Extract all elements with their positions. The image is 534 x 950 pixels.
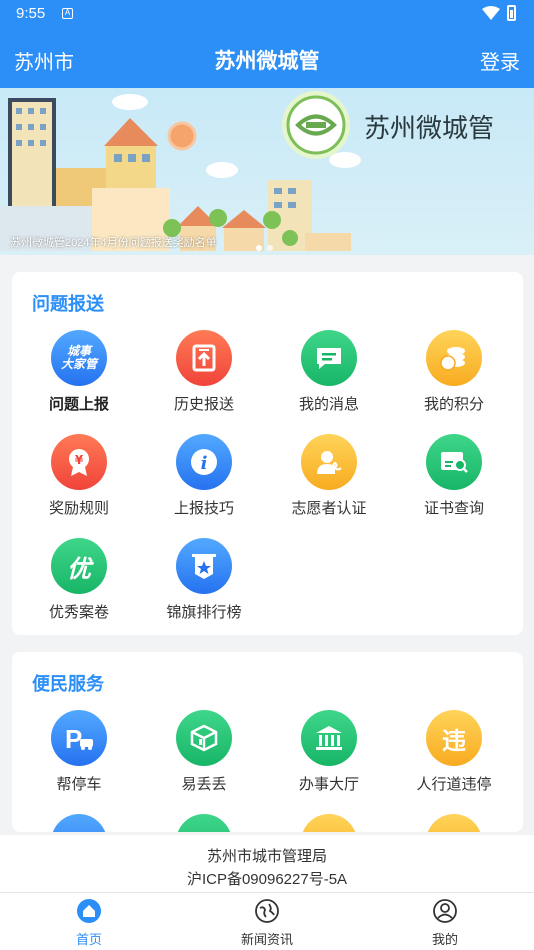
service-partial-icon bbox=[426, 814, 482, 832]
status-bar: 9:55 A bbox=[0, 0, 534, 28]
battery-icon bbox=[507, 5, 516, 21]
item-label: 奖励规则 bbox=[48, 500, 109, 517]
excellent-cases-button[interactable]: 优 优秀案卷 bbox=[15, 538, 143, 628]
certificate-search-icon bbox=[426, 434, 482, 490]
item-label: 优秀案卷 bbox=[48, 604, 109, 621]
item-label: 易丢丢 bbox=[181, 776, 227, 793]
parking-icon: P bbox=[51, 710, 107, 766]
carousel-dots bbox=[256, 238, 278, 255]
banner-brand-text: 苏州微城管 bbox=[364, 113, 495, 143]
report-section-title: 问题报送 bbox=[32, 294, 104, 314]
status-time: 9:55 bbox=[16, 5, 46, 22]
banner-ranking-button[interactable]: 锦旗排行榜 bbox=[140, 538, 268, 628]
history-report-button[interactable]: 历史报送 bbox=[140, 330, 268, 420]
footer-org: 苏州市城市管理局 bbox=[206, 848, 327, 865]
tab-mine[interactable]: 我的 bbox=[395, 899, 495, 948]
item-label: 我的消息 bbox=[298, 396, 359, 413]
service-partial-icon bbox=[301, 814, 357, 832]
item-label: 志愿者认证 bbox=[291, 500, 367, 517]
volunteer-cert-button[interactable]: 志愿者认证 bbox=[265, 434, 393, 524]
service-partial-icon bbox=[176, 814, 232, 832]
coins-icon bbox=[426, 330, 482, 386]
easy-dispose-button[interactable]: 易丢丢 bbox=[140, 710, 268, 800]
my-points-button[interactable]: 我的积分 bbox=[390, 330, 518, 420]
service-item-partial[interactable] bbox=[15, 814, 143, 832]
report-section: 问题报送 城事 大家管 问题上报 历史报送 我的消息 我的积分 ¥ 奖励规则 i… bbox=[12, 272, 523, 635]
volunteer-icon bbox=[301, 434, 357, 490]
footer-icp: 沪ICP备09096227号-5A bbox=[186, 871, 348, 888]
report-tips-button[interactable]: i 上报技巧 bbox=[140, 434, 268, 524]
item-label: 锦旗排行榜 bbox=[166, 604, 242, 621]
carousel-dot[interactable] bbox=[267, 245, 273, 251]
report-problem-button[interactable]: 城事 大家管 问题上报 bbox=[15, 330, 143, 420]
service-partial-icon bbox=[51, 814, 107, 832]
service-section-title: 便民服务 bbox=[32, 674, 104, 694]
recycle-box-icon bbox=[176, 710, 232, 766]
info-icon: i bbox=[176, 434, 232, 490]
sidewalk-parking-icon: 违 bbox=[426, 710, 482, 766]
reward-rules-button[interactable]: ¥ 奖励规则 bbox=[15, 434, 143, 524]
carousel-dot[interactable] bbox=[256, 245, 262, 251]
svg-text:i: i bbox=[201, 453, 208, 474]
footer-info: 苏州市城市管理局 沪ICP备09096227号-5A bbox=[0, 835, 534, 892]
parking-help-button[interactable]: P 帮停车 bbox=[15, 710, 143, 800]
sidewalk-parking-button[interactable]: 违 人行道违停 bbox=[390, 710, 518, 800]
item-label: 我的积分 bbox=[423, 396, 484, 413]
excellent-case-icon: 优 bbox=[51, 538, 107, 594]
service-section: 便民服务 P 帮停车 易丢丢 办事大厅 违 人行道违停 bbox=[12, 652, 523, 832]
sim-icon: A bbox=[62, 8, 73, 19]
item-label: 帮停车 bbox=[56, 776, 102, 793]
banner-caption[interactable]: 苏州微城管2024年4月份问题报送奖励名单 bbox=[10, 234, 217, 250]
upload-history-icon bbox=[176, 330, 232, 386]
service-item-partial[interactable] bbox=[140, 814, 268, 832]
tab-news[interactable]: 新闻资讯 bbox=[217, 899, 317, 948]
user-icon bbox=[433, 899, 457, 923]
item-label: 证书查询 bbox=[423, 500, 484, 517]
globe-icon bbox=[255, 899, 279, 923]
page-title: 苏州微城管 bbox=[214, 50, 320, 73]
svg-text:P: P bbox=[65, 724, 82, 752]
svg-text:¥: ¥ bbox=[75, 453, 84, 467]
city-affairs-icon: 城事 大家管 bbox=[51, 330, 107, 386]
certificate-query-button[interactable]: 证书查询 bbox=[390, 434, 518, 524]
reward-medal-icon: ¥ bbox=[51, 434, 107, 490]
service-item-partial[interactable] bbox=[265, 814, 393, 832]
item-label: 问题上报 bbox=[48, 396, 109, 413]
app-bar: 苏州市 苏州微城管 登录 bbox=[0, 28, 534, 88]
banner-carousel[interactable]: 苏州微城管 苏州微城管2024年4月份问题报送奖励名单 bbox=[0, 88, 534, 255]
home-icon bbox=[77, 899, 101, 923]
login-button[interactable]: 登录 bbox=[480, 46, 520, 75]
wifi-icon bbox=[482, 6, 500, 20]
item-label: 办事大厅 bbox=[298, 776, 359, 793]
service-item-partial[interactable] bbox=[390, 814, 518, 832]
service-hall-button[interactable]: 办事大厅 bbox=[265, 710, 393, 800]
item-label: 上报技巧 bbox=[173, 500, 234, 517]
my-messages-button[interactable]: 我的消息 bbox=[265, 330, 393, 420]
banner-rank-icon bbox=[176, 538, 232, 594]
government-hall-icon bbox=[301, 710, 357, 766]
tab-home[interactable]: 首页 bbox=[39, 899, 139, 948]
tab-label: 我的 bbox=[431, 932, 458, 947]
item-label: 历史报送 bbox=[173, 396, 234, 413]
message-icon bbox=[301, 330, 357, 386]
bottom-tab-bar: 首页 新闻资讯 我的 bbox=[0, 892, 534, 950]
item-label: 人行道违停 bbox=[416, 776, 492, 793]
tab-label: 首页 bbox=[75, 932, 102, 947]
tab-label: 新闻资讯 bbox=[240, 932, 293, 947]
